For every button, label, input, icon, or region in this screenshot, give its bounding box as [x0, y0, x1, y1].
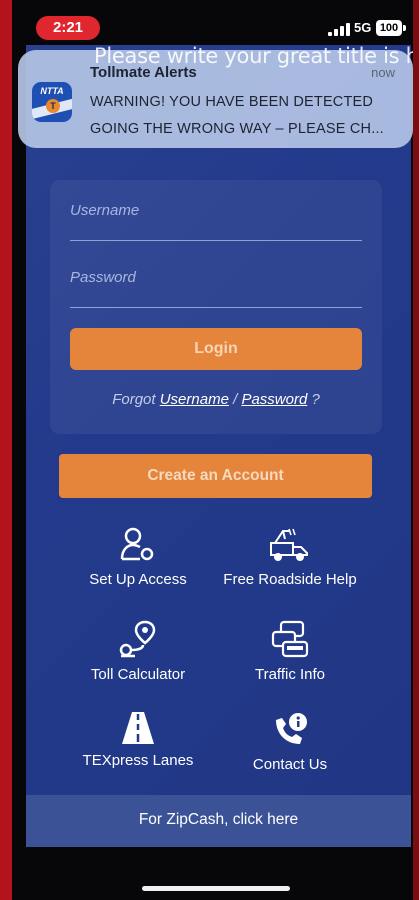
tile-setup-access[interactable]: Set Up Access: [58, 525, 218, 588]
red-frame-border: [0, 0, 12, 900]
forgot-username-link[interactable]: Username: [160, 391, 229, 408]
tile-traffic-info-label: Traffic Info: [254, 666, 326, 683]
password-underline: [70, 307, 362, 308]
status-bar: 2:21 5G 100: [12, 0, 413, 44]
forgot-password-link[interactable]: Password: [241, 391, 307, 408]
notification-line-2: GOING THE WRONG WAY – PLEASE CH...: [90, 121, 384, 137]
signal-icon: [328, 22, 350, 36]
traffic-cars-icon: [271, 620, 309, 658]
forgot-credentials: Forgot Username / Password ?: [50, 391, 382, 408]
username-field[interactable]: Username: [70, 202, 139, 219]
tile-texpress-lanes[interactable]: TEXpress Lanes: [58, 710, 218, 769]
home-indicator[interactable]: [142, 886, 290, 891]
toll-badge: T: [46, 99, 60, 113]
tile-toll-calculator-label: Toll Calculator: [90, 666, 186, 683]
highway-lanes-icon: [122, 712, 154, 744]
tile-toll-calculator[interactable]: Toll Calculator: [58, 618, 218, 683]
route-pin-icon: [119, 620, 156, 658]
tile-setup-access-label: Set Up Access: [89, 571, 187, 588]
tile-roadside-help-label: Free Roadside Help: [223, 571, 357, 588]
create-account-button[interactable]: Create an Account: [59, 454, 372, 498]
tile-contact-us-label: Contact Us: [252, 756, 328, 773]
phone-info-icon: [276, 713, 307, 744]
tile-texpress-lanes-label: TEXpress Lanes: [82, 752, 194, 769]
username-underline: [70, 240, 362, 241]
overlay-title-text: Please write your great title is h: [94, 44, 413, 68]
forgot-separator: /: [233, 391, 238, 408]
forgot-suffix: ?: [311, 391, 320, 408]
network-type: 5G: [354, 20, 372, 35]
battery-tip: [403, 25, 406, 31]
phone-screen: 2:21 5G 100 NTTA T Tollmate Alerts now W…: [12, 0, 413, 900]
forgot-prefix: Forgot: [112, 391, 156, 408]
tile-contact-us[interactable]: Contact Us: [210, 710, 370, 773]
ntta-logo-text: NTTA: [40, 86, 64, 96]
notification-message: WARNING! YOU HAVE BEEN DETECTED GOING TH…: [90, 89, 400, 143]
login-card: Username Password Login Forgot Username …: [50, 180, 382, 434]
red-frame-border-right: [413, 0, 419, 900]
zipcash-button[interactable]: For ZipCash, click here: [26, 795, 411, 847]
notification-line-1: WARNING! YOU HAVE BEEN DETECTED: [90, 94, 374, 110]
tile-traffic-info[interactable]: Traffic Info: [210, 618, 370, 683]
person-key-icon: [120, 527, 154, 561]
status-time: 2:21: [36, 16, 100, 40]
tile-roadside-help[interactable]: Free Roadside Help: [210, 525, 370, 588]
battery-icon: 100: [376, 20, 402, 36]
ntta-app-icon: NTTA T: [32, 82, 72, 122]
login-button[interactable]: Login: [70, 328, 362, 370]
password-field[interactable]: Password: [70, 269, 136, 286]
tow-truck-icon: [270, 528, 308, 561]
